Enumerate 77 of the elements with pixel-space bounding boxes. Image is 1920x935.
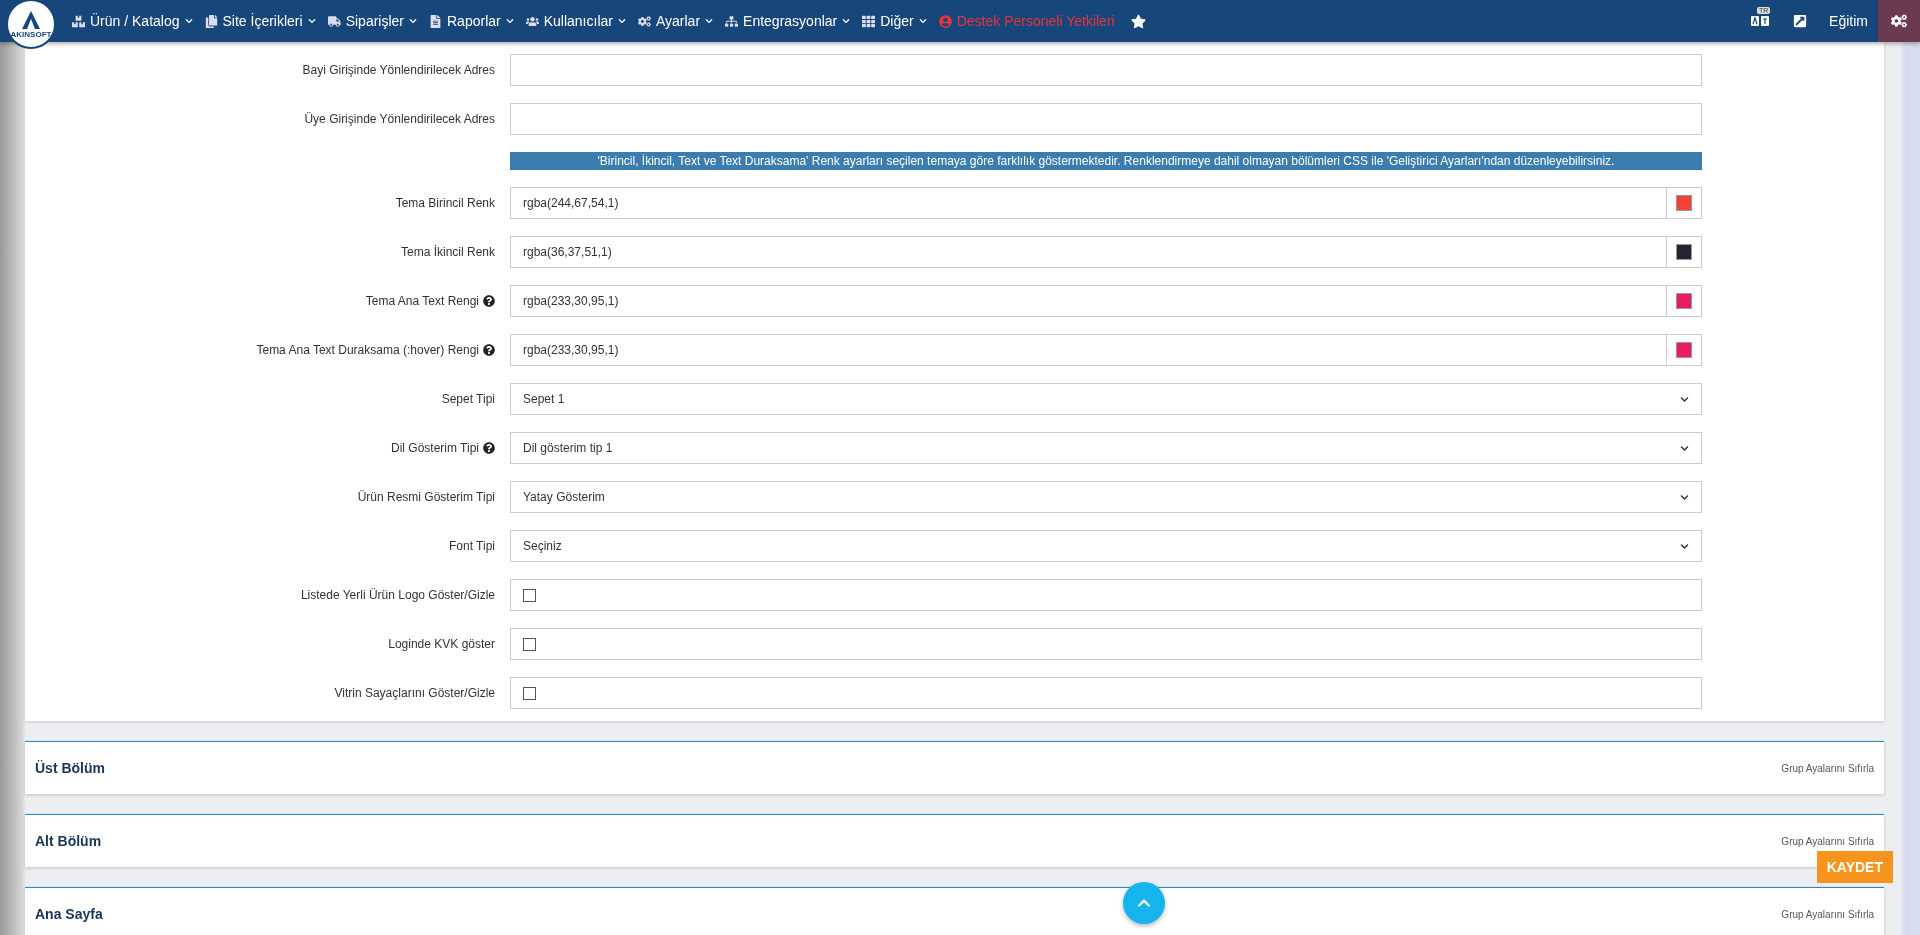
gears-icon: [637, 14, 651, 28]
reset-group-link[interactable]: Grup Ayalarını Sıfırla: [1781, 908, 1874, 920]
document-icon: [429, 14, 442, 28]
caret-icon: [409, 17, 417, 25]
color-field[interactable]: rgba(233,30,95,1): [510, 334, 1702, 366]
language-icon[interactable]: [1751, 15, 1770, 27]
checkbox[interactable]: [523, 637, 536, 651]
logo[interactable]: AKINSOFT: [6, 0, 56, 49]
section-title: Üst Bölüm: [35, 760, 105, 776]
input-field[interactable]: [510, 103, 1702, 135]
chevron-down-icon: [1680, 394, 1689, 404]
color-swatch[interactable]: [1676, 293, 1692, 309]
boxes-icon: [72, 14, 85, 28]
chevron-down-icon: [1680, 541, 1689, 551]
field-label: Tema İkincil Renk: [400, 245, 495, 259]
select-field[interactable]: Seçiniz: [510, 530, 1702, 562]
section-title: Ana Sayfa: [35, 906, 103, 922]
help-icon[interactable]: [483, 295, 495, 307]
select-field[interactable]: Sepet 1: [510, 383, 1702, 415]
menu-item[interactable]: Site İçerikleri: [204, 13, 316, 29]
menu-item[interactable]: Ürün / Katalog: [72, 13, 193, 29]
color-field[interactable]: rgba(244,67,54,1): [510, 187, 1702, 219]
section-title: Alt Bölüm: [35, 833, 102, 849]
color-swatch[interactable]: [1676, 195, 1692, 211]
gears-icon: [1891, 13, 1907, 29]
caret-icon: [705, 17, 714, 25]
checkbox[interactable]: [523, 588, 536, 602]
chevron-down-icon: [1680, 492, 1689, 502]
star-icon[interactable]: [1130, 13, 1146, 29]
caret-icon: [307, 17, 316, 25]
reset-group-link[interactable]: Grup Ayalarını Sıfırla: [1781, 835, 1874, 847]
field-label: Loginde KVK göster: [388, 637, 495, 651]
color-field[interactable]: rgba(233,30,95,1): [510, 285, 1702, 317]
select-field[interactable]: Yatay Gösterim: [510, 481, 1702, 513]
caret-icon: [617, 17, 626, 25]
help-icon[interactable]: [483, 442, 495, 454]
menu-item[interactable]: Entegrasyonlar: [725, 13, 851, 29]
menu-item[interactable]: Kullanıcılar: [525, 13, 626, 29]
user-link[interactable]: Eğitim: [1829, 13, 1868, 29]
section-header[interactable]: Üst Bölüm Grup Ayalarını Sıfırla: [25, 741, 1884, 794]
select-field[interactable]: Dil gösterim tip 1: [510, 432, 1702, 464]
field-label: Üye Girişinde Yönlendirilecek Adres: [304, 112, 495, 126]
field-label: Font Tipi: [448, 539, 495, 553]
field-label: Sepet Tipi: [441, 392, 495, 406]
field-label: Ürün Resmi Gösterim Tipi: [357, 490, 495, 504]
caret-icon: [184, 17, 193, 25]
truck-icon: [327, 14, 341, 28]
field-label: Tema Ana Text Duraksama (:hover) Rengi: [256, 343, 479, 357]
help-icon[interactable]: [483, 344, 495, 356]
caret-icon: [505, 17, 514, 25]
caret-icon: [842, 17, 851, 25]
chevron-down-icon: [1680, 443, 1689, 453]
field-label: Vitrin Sayaçlarını Göster/Gizle: [334, 686, 495, 700]
section-header[interactable]: Ana Sayfa Grup Ayalarını Sıfırla: [25, 887, 1884, 935]
field-label: Dil Gösterim Tipi: [391, 441, 479, 455]
reset-group-link[interactable]: Grup Ayalarını Sıfırla: [1781, 762, 1874, 774]
field-label: Tema Ana Text Rengi: [365, 294, 479, 308]
menu-item[interactable]: Siparişler: [327, 13, 417, 29]
menu-item[interactable]: Ayarlar: [637, 13, 714, 29]
color-swatch[interactable]: [1676, 342, 1692, 358]
field-label: Listede Yerli Ürün Logo Göster/Gizle: [300, 588, 495, 602]
field-label: Tema Birincil Renk: [395, 196, 495, 210]
caret-icon: [918, 17, 927, 25]
users-icon: [525, 14, 539, 28]
settings-button[interactable]: [1878, 0, 1920, 42]
hierarchy-icon: [725, 14, 739, 28]
documents-icon: [204, 14, 218, 28]
checkbox[interactable]: [523, 686, 536, 700]
field-label: Bayi Girişinde Yönlendirilecek Adres: [302, 63, 495, 77]
info-banner: 'Birincil, İkincil, Text ve Text Duraksama' Renk ayarları seçilen temaya göre farklılık göstermektedir. Renklendirmeye dahil olmayan bölümleri CSS ile 'Geliştirici Ayarları'ndan düzenleyebilirsiniz.: [510, 152, 1702, 170]
grid-icon: [862, 14, 876, 28]
external-link-icon[interactable]: [1793, 14, 1808, 28]
color-swatch[interactable]: [1676, 244, 1692, 260]
menu-item[interactable]: Raporlar: [429, 13, 514, 29]
menu-item[interactable]: Diğer: [862, 13, 927, 29]
color-field[interactable]: rgba(36,37,51,1): [510, 236, 1702, 268]
input-field[interactable]: [510, 54, 1702, 86]
